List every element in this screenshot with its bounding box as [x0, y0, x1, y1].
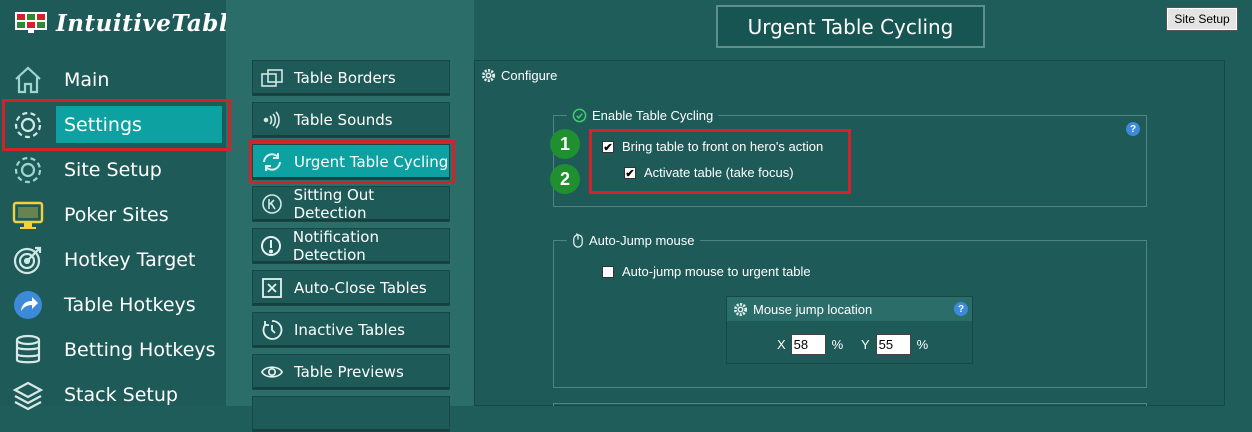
- timer-icon: [260, 318, 284, 342]
- sitting-out-icon: [260, 192, 284, 216]
- auto-jump-label: Auto-jump mouse to urgent table: [622, 264, 811, 279]
- sidebar-item-label: Poker Sites: [64, 203, 169, 226]
- table-cycling-legend-label: Enable Table Cycling: [592, 107, 714, 123]
- highlight-cycling-options: [589, 129, 851, 194]
- sound-icon: [260, 108, 284, 132]
- page-title: Urgent Table Cycling: [716, 5, 985, 48]
- target-icon: [10, 242, 46, 278]
- sidebar-item-betting-hotkeys[interactable]: Betting Hotkeys: [0, 327, 226, 372]
- x-unit: %: [831, 337, 844, 352]
- y-input[interactable]: 55: [875, 334, 911, 355]
- sidebar-item-label: Site Setup: [64, 158, 162, 181]
- monitor-icon: [10, 197, 46, 233]
- app-logo: IntuitiveTables: [14, 6, 257, 40]
- x-label: X: [777, 337, 786, 352]
- sidebar-item-hotkey-target[interactable]: Hotkey Target: [0, 237, 226, 282]
- sidebar: IntuitiveTables Main Settings Site Setup: [0, 0, 256, 410]
- submenu-auto-close-tables[interactable]: Auto-Close Tables: [252, 270, 450, 306]
- home-icon: [10, 62, 46, 98]
- table-cycling-legend: Enable Table Cycling: [567, 106, 719, 124]
- sidebar-item-site-setup[interactable]: Site Setup: [0, 147, 226, 192]
- sidebar-item-label: Table Hotkeys: [64, 293, 196, 316]
- submenu-label: Table Previews: [294, 363, 404, 381]
- mouse-jump-location-header: Mouse jump location: [727, 297, 972, 321]
- layers-icon: [10, 377, 46, 413]
- annotation-badge-2: 2: [550, 164, 580, 194]
- submenu-label: Notification Detection: [292, 228, 379, 264]
- forward-arrow-icon: [10, 287, 46, 323]
- sidebar-item-stack-setup[interactable]: Stack Setup: [0, 372, 226, 417]
- table-grid-icon: [15, 12, 47, 33]
- help-icon[interactable]: ?: [1126, 122, 1140, 136]
- x-coordinate-field: X 58 %: [777, 334, 843, 355]
- submenu-notification-detection[interactable]: Notification Detection: [252, 228, 450, 264]
- sidebar-item-label: Betting Hotkeys: [64, 338, 216, 361]
- submenu-table-previews[interactable]: Table Previews: [252, 354, 450, 390]
- submenu-table-sounds[interactable]: Table Sounds: [252, 102, 450, 138]
- gear-icon: [481, 68, 496, 82]
- auto-jump-legend-label: Auto-Jump mouse: [589, 232, 695, 248]
- submenu-item-partial[interactable]: [252, 396, 450, 432]
- highlight-settings: [2, 99, 231, 151]
- submenu-label: Table Sounds: [294, 111, 393, 129]
- submenu-sitting-out-detection[interactable]: Sitting Out Detection: [252, 186, 450, 222]
- auto-jump-checkbox-row[interactable]: Auto-jump mouse to urgent table: [602, 264, 811, 279]
- y-unit: %: [916, 337, 929, 352]
- gear-icon: [733, 302, 748, 316]
- submenu-label: Table Borders: [294, 69, 396, 87]
- submenu-table-borders[interactable]: Table Borders: [252, 60, 450, 96]
- mouse-jump-location-box: Mouse jump location ? X 58 % Y 55 %: [726, 296, 973, 364]
- close-box-icon: [260, 276, 284, 300]
- auto-jump-checkbox[interactable]: [602, 265, 614, 278]
- borders-icon: [260, 66, 284, 90]
- configure-title: Configure: [501, 67, 558, 83]
- configure-header: Configure: [481, 65, 557, 85]
- sidebar-item-label: Stack Setup: [64, 383, 178, 406]
- check-circle-icon: [572, 108, 587, 122]
- sidebar-item-label: Hotkey Target: [64, 248, 196, 271]
- chip-stack-icon: [10, 332, 46, 368]
- mouse-icon: [573, 232, 583, 248]
- eye-icon: [260, 360, 284, 384]
- mouse-jump-location-title: Mouse jump location: [753, 301, 873, 317]
- help-icon[interactable]: ?: [954, 302, 968, 316]
- submenu-label: Sitting Out Detection: [293, 186, 375, 222]
- sidebar-item-label: Main: [64, 68, 110, 91]
- sidebar-item-poker-sites[interactable]: Poker Sites: [0, 192, 226, 237]
- gear-icon: [10, 152, 46, 188]
- site-setup-button[interactable]: Site Setup: [1166, 7, 1238, 31]
- alert-icon: [260, 234, 283, 258]
- submenu-inactive-tables[interactable]: Inactive Tables: [252, 312, 450, 348]
- submenu-label: Auto-Close Tables: [294, 279, 427, 297]
- sidebar-item-table-hotkeys[interactable]: Table Hotkeys: [0, 282, 226, 327]
- x-input[interactable]: 58: [790, 334, 826, 355]
- submenu-label: Inactive Tables: [294, 321, 405, 339]
- auto-jump-legend: Auto-Jump mouse: [567, 231, 700, 249]
- y-coordinate-field: Y 55 %: [861, 334, 928, 355]
- highlight-urgent-table-cycling: [249, 140, 455, 184]
- sidebar-item-main[interactable]: Main: [0, 57, 226, 102]
- annotation-badge-1: 1: [550, 129, 580, 159]
- y-label: Y: [861, 337, 870, 352]
